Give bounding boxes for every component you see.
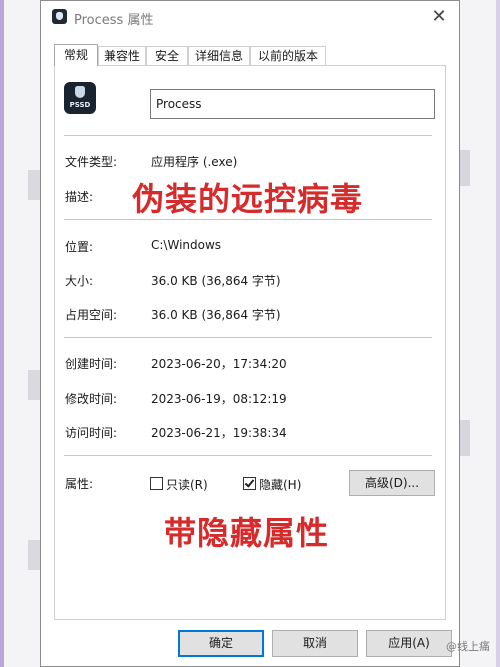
background-mark	[28, 170, 40, 200]
background-mark	[28, 540, 40, 570]
background-strip	[0, 0, 4, 667]
readonly-label[interactable]: 只读(R)	[166, 476, 208, 493]
location-label: 位置:	[65, 240, 94, 254]
tab-details[interactable]: 详细信息	[188, 46, 250, 65]
annotation-top: 伪装的远控病毒	[132, 180, 364, 218]
background-mark	[460, 150, 470, 186]
tab-compatibility[interactable]: 兼容性	[98, 46, 146, 65]
tab-security[interactable]: 安全	[146, 46, 188, 65]
background-left	[0, 0, 40, 667]
close-button[interactable]: ✕	[426, 5, 452, 29]
accessed-value: 2023-06-21，19:38:34	[151, 426, 287, 440]
background-mark	[28, 370, 40, 400]
size-on-disk-label: 占用空间:	[65, 308, 118, 322]
watermark: @线上痛	[446, 640, 490, 653]
background-mark	[460, 420, 470, 456]
divider	[64, 337, 432, 338]
annotation-bottom: 带隐藏属性	[164, 514, 330, 552]
background-strip	[496, 0, 500, 667]
file-type-value: 应用程序 (.exe)	[151, 155, 238, 169]
window-title: Process 属性	[74, 13, 154, 28]
size-value: 36.0 KB (36,864 字节)	[151, 274, 281, 288]
size-label: 大小:	[65, 274, 94, 288]
hidden-checkbox[interactable]	[243, 477, 256, 490]
created-label: 创建时间:	[65, 357, 118, 371]
created-value: 2023-06-20，17:34:20	[151, 357, 287, 371]
app-icon	[52, 9, 67, 24]
readonly-checkbox[interactable]	[150, 477, 163, 490]
attributes-label: 属性:	[65, 477, 94, 491]
shield-icon	[75, 86, 85, 98]
tab-general[interactable]: 常规	[54, 44, 98, 66]
file-name-input[interactable]	[150, 89, 435, 119]
hidden-label[interactable]: 隐藏(H)	[259, 476, 301, 493]
file-icon-text: PSSD	[69, 101, 91, 109]
accessed-label: 访问时间:	[65, 426, 118, 440]
modified-value: 2023-06-19，08:12:19	[151, 392, 287, 406]
apply-button[interactable]: 应用(A)	[366, 630, 452, 657]
file-icon: PSSD	[64, 82, 96, 114]
divider	[64, 455, 432, 456]
cancel-button[interactable]: 取消	[272, 630, 358, 657]
modified-label: 修改时间:	[65, 392, 118, 406]
description-label: 描述:	[65, 190, 94, 204]
location-value: C:\Windows	[151, 238, 222, 252]
divider	[64, 135, 432, 136]
size-on-disk-value: 36.0 KB (36,864 字节)	[151, 308, 281, 322]
background-right	[460, 0, 500, 667]
title-bar[interactable]: Process 属性 ✕	[40, 0, 460, 34]
tab-previous-versions[interactable]: 以前的版本	[250, 46, 326, 65]
ok-button[interactable]: 确定	[178, 630, 264, 657]
divider	[64, 219, 432, 220]
file-type-label: 文件类型:	[65, 155, 118, 169]
advanced-button[interactable]: 高级(D)...	[349, 470, 435, 496]
